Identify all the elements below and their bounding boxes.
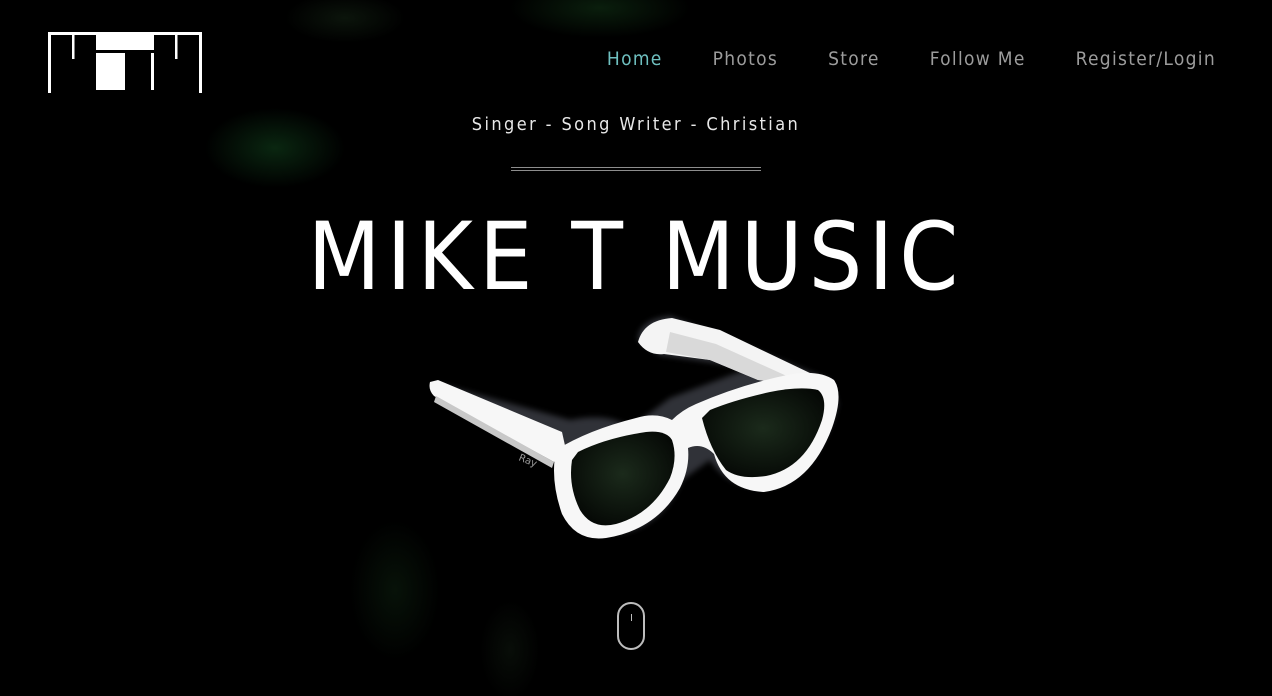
main-navigation: Home Photos Store Follow Me Register/Log… bbox=[557, 48, 1216, 70]
scroll-mouse-icon[interactable] bbox=[617, 602, 645, 650]
hero-section: Home Photos Store Follow Me Register/Log… bbox=[0, 0, 1272, 696]
scroll-wheel bbox=[631, 614, 632, 621]
nav-item-home[interactable]: Home bbox=[607, 48, 663, 70]
white-sunglasses-icon: Ray bbox=[429, 316, 839, 539]
hero-title: MIKE T MUSIC bbox=[307, 203, 965, 312]
mtm-logo-icon[interactable] bbox=[48, 32, 202, 93]
nav-item-photos[interactable]: Photos bbox=[713, 48, 778, 70]
hero-tagline: Singer - Song Writer - Christian bbox=[471, 114, 801, 135]
nav-item-follow-me[interactable]: Follow Me bbox=[930, 48, 1026, 70]
tagline-divider bbox=[511, 167, 761, 171]
nav-item-store[interactable]: Store bbox=[828, 48, 880, 70]
nav-item-register-login[interactable]: Register/Login bbox=[1076, 48, 1216, 70]
